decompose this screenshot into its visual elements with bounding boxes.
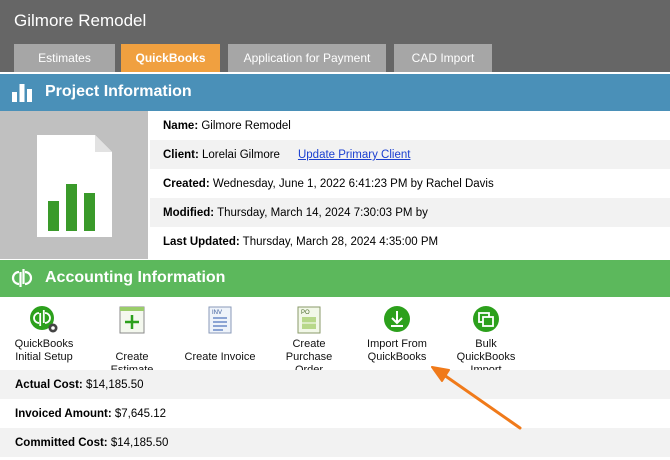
tab-quickbooks[interactable]: QuickBooks bbox=[121, 44, 220, 72]
accounting-toolbar: QuickBooks Initial Setup Create Estimate… bbox=[0, 297, 670, 376]
import-from-quickbooks-button[interactable]: Import From QuickBooks bbox=[362, 305, 432, 364]
last-updated-row: Last Updated: Thursday, March 28, 2024 4… bbox=[150, 227, 670, 256]
quickbooks-initial-setup-label-1: QuickBooks bbox=[14, 338, 74, 350]
name-label: Name: bbox=[163, 120, 199, 132]
create-purchase-order-button[interactable]: PO Create Purchase Order bbox=[272, 305, 346, 377]
quickbooks-initial-setup-button[interactable]: QuickBooks Initial Setup bbox=[10, 305, 78, 364]
invoiced-amount-row: Invoiced Amount: $7,645.12 bbox=[0, 399, 670, 428]
app-title: Gilmore Remodel bbox=[14, 11, 147, 30]
invoice-badge: INV bbox=[212, 310, 222, 316]
quickbooks-initial-setup-label-2: Initial Setup bbox=[15, 351, 73, 363]
accounting-information-title: Accounting Information bbox=[45, 269, 226, 286]
modified-value: Thursday, March 14, 2024 7:30:03 PM by bbox=[217, 207, 428, 219]
import-from-quickbooks-label-2: QuickBooks bbox=[367, 351, 427, 363]
tab-application-for-payment[interactable]: Application for Payment bbox=[228, 44, 386, 72]
created-row: Created: Wednesday, June 1, 2022 6:41:23… bbox=[150, 169, 670, 198]
committed-cost-row: Committed Cost: $14,185.50 bbox=[0, 428, 670, 457]
last-updated-label: Last Updated: bbox=[163, 236, 240, 248]
bar-chart-icon bbox=[12, 84, 32, 102]
modified-row: Modified: Thursday, March 14, 2024 7:30:… bbox=[150, 198, 670, 227]
client-row: Client: Lorelai Gilmore Update Primary Cl… bbox=[150, 140, 670, 169]
actual-cost-row: Actual Cost: $14,185.50 bbox=[0, 370, 670, 399]
import-download-icon bbox=[384, 306, 410, 332]
create-estimate-icon bbox=[119, 306, 145, 334]
create-invoice-icon: INV bbox=[208, 306, 232, 334]
project-information-header: Project Information bbox=[0, 74, 670, 111]
committed-cost-value: $14,185.50 bbox=[110, 437, 169, 449]
last-updated-value: Thursday, March 28, 2024 4:35:00 PM bbox=[242, 236, 439, 248]
client-label: Client: bbox=[163, 149, 199, 161]
created-value: Wednesday, June 1, 2022 6:41:23 PM by Ra… bbox=[212, 178, 494, 190]
created-label: Created: bbox=[163, 178, 210, 190]
create-invoice-button[interactable]: INV Create Invoice bbox=[184, 305, 256, 364]
quickbooks-icon bbox=[11, 269, 33, 287]
project-name-value: Gilmore Remodel bbox=[201, 120, 291, 132]
committed-cost-label: Committed Cost: bbox=[15, 437, 108, 449]
tab-estimates[interactable]: Estimates bbox=[14, 44, 115, 72]
purchase-order-badge: PO bbox=[301, 310, 310, 316]
tab-cad-import[interactable]: CAD Import bbox=[394, 44, 492, 72]
project-file-thumbnail bbox=[0, 111, 148, 259]
import-from-quickbooks-label-1: Import From bbox=[367, 338, 427, 350]
create-purchase-order-label-1: Create bbox=[292, 338, 326, 350]
create-invoice-label: Create Invoice bbox=[184, 351, 256, 363]
document-chart-icon bbox=[37, 135, 112, 237]
purchase-order-icon: PO bbox=[297, 306, 321, 334]
quickbooks-setup-icon bbox=[30, 306, 58, 333]
project-details: Name: Gilmore Remodel Client: Lorelai Gi… bbox=[150, 111, 670, 259]
actual-cost-label: Actual Cost: bbox=[15, 379, 83, 391]
project-information-title: Project Information bbox=[45, 83, 192, 100]
client-value: Lorelai Gilmore bbox=[201, 149, 280, 161]
project-name-row: Name: Gilmore Remodel bbox=[150, 111, 670, 140]
update-primary-client-link[interactable]: Update Primary Client bbox=[298, 149, 410, 161]
invoiced-amount-label: Invoiced Amount: bbox=[15, 408, 112, 420]
invoiced-amount-value: $7,645.12 bbox=[114, 408, 167, 420]
accounting-information-header: Accounting Information bbox=[0, 260, 670, 297]
actual-cost-value: $14,185.50 bbox=[85, 379, 144, 391]
top-bar: Gilmore Remodel Estimates QuickBooks App… bbox=[0, 0, 670, 72]
create-estimate-button[interactable]: Create Estimate bbox=[94, 305, 170, 377]
bulk-import-icon bbox=[473, 306, 499, 332]
bulk-quickbooks-import-button[interactable]: Bulk QuickBooks Import bbox=[446, 305, 526, 377]
modified-label: Modified: bbox=[163, 207, 215, 219]
bulk-quickbooks-import-label-1: Bulk QuickBooks bbox=[456, 338, 516, 363]
